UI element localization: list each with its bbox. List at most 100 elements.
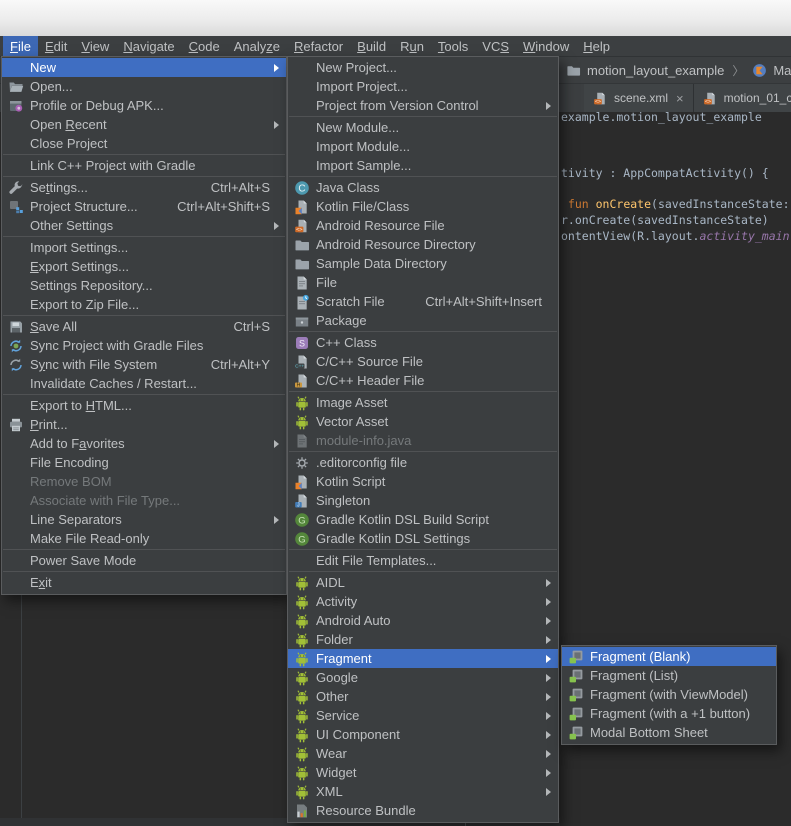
menu-item-folder[interactable]: Folder [288,630,558,649]
menu-item-new-project[interactable]: New Project... [288,58,558,77]
menu-item-fragment-list[interactable]: Fragment (List) [562,666,776,685]
menu-item-save-all[interactable]: Save AllCtrl+S [2,317,286,336]
menu-item-export-to-html[interactable]: Export to HTML... [2,396,286,415]
menubar-item-code[interactable]: Code [182,36,227,56]
menubar-item-window[interactable]: Window [516,36,576,56]
menu-item-java-class[interactable]: Java Class [288,178,558,197]
menu-item-exit[interactable]: Exit [2,573,286,592]
menu-item-power-save-mode[interactable]: Power Save Mode [2,551,286,570]
menu-item-xml[interactable]: XML [288,782,558,801]
menu-item-image-asset[interactable]: Image Asset [288,393,558,412]
menu-item-singleton[interactable]: Singleton [288,491,558,510]
menu-item-line-separators[interactable]: Line Separators [2,510,286,529]
menu-item-export-to-zip-file[interactable]: Export to Zip File... [2,295,286,314]
menu-item-c-c-header-file[interactable]: C/C++ Header File [288,371,558,390]
menu-item-file[interactable]: File [288,273,558,292]
menu-item-open[interactable]: Open... [2,77,286,96]
menu-item-service[interactable]: Service [288,706,558,725]
editor-tab-scene-xml[interactable]: scene.xml× [584,84,694,112]
menu-item-sync-project-with-gradle-files[interactable]: Sync Project with Gradle Files [2,336,286,355]
menu-item-project-structure[interactable]: Project Structure...Ctrl+Alt+Shift+S [2,197,286,216]
breadcrumb-module[interactable]: motion_layout_example [587,63,724,78]
menu-item-sample-data-directory[interactable]: Sample Data Directory [288,254,558,273]
menu-item-vector-asset[interactable]: Vector Asset [288,412,558,431]
breadcrumb-class[interactable]: MainAc [773,63,791,78]
menu-item-import-module[interactable]: Import Module... [288,137,558,156]
menu-item-google[interactable]: Google [288,668,558,687]
menu-item-import-settings[interactable]: Import Settings... [2,238,286,257]
arrow-spacer [760,666,769,685]
label: Kotlin File/Class [316,199,542,214]
menu-item-add-to-favorites[interactable]: Add to Favorites [2,434,286,453]
menu-item-file-encoding[interactable]: File Encoding [2,453,286,472]
menu-item-fragment-with-viewmodel[interactable]: Fragment (with ViewModel) [562,685,776,704]
menu-item-import-project[interactable]: Import Project... [288,77,558,96]
menu-item-invalidate-caches-restart[interactable]: Invalidate Caches / Restart... [2,374,286,393]
menu-item-settings-repository[interactable]: Settings Repository... [2,276,286,295]
menubar-item-run[interactable]: Run [393,36,431,56]
menubar-item-file[interactable]: File [3,36,38,56]
menu-item-fragment-blank[interactable]: Fragment (Blank) [562,647,776,666]
label: Gradle Kotlin DSL Settings [316,531,542,546]
menu-item-import-sample[interactable]: Import Sample... [288,156,558,175]
menu-item-scratch-file[interactable]: Scratch FileCtrl+Alt+Shift+Insert [288,292,558,311]
menu-item-profile-or-debug-apk[interactable]: Profile or Debug APK... [2,96,286,115]
label: File [10,39,31,54]
menu-item-remove-bom[interactable]: Remove BOM [2,472,286,491]
menu-item-new[interactable]: New [2,58,286,77]
menu-item-other-settings[interactable]: Other Settings [2,216,286,235]
menu-item-export-settings[interactable]: Export Settings... [2,257,286,276]
menu-item-activity[interactable]: Activity [288,592,558,611]
menubar-item-vcs[interactable]: VCS [475,36,516,56]
menu-item-android-resource-file[interactable]: Android Resource File [288,216,558,235]
menubar-item-analyze[interactable]: Analyze [227,36,287,56]
menu-item-settings[interactable]: Settings...Ctrl+Alt+S [2,178,286,197]
menu-item-fragment-with-a-1-button[interactable]: Fragment (with a +1 button) [562,704,776,723]
project-panel-splitter[interactable] [21,592,22,818]
menubar-item-build[interactable]: Build [350,36,393,56]
menu-item-gradle-kotlin-dsl-settings[interactable]: Gradle Kotlin DSL Settings [288,529,558,548]
arrow-spacer [760,723,769,742]
menu-item-sync-with-file-system[interactable]: Sync with File SystemCtrl+Alt+Y [2,355,286,374]
menu-item-print[interactable]: Print... [2,415,286,434]
menu-item-resource-bundle[interactable]: Resource Bundle [288,801,558,820]
menu-item-ui-component[interactable]: UI Component [288,725,558,744]
blank-icon [8,259,24,275]
menu-item-project-from-version-control[interactable]: Project from Version Control [288,96,558,115]
menubar-item-view[interactable]: View [74,36,116,56]
menu-item-link-c-project-with-gradle[interactable]: Link C++ Project with Gradle [2,156,286,175]
breadcrumb: motion_layout_example 〉 MainAc [566,62,791,79]
menu-item-widget[interactable]: Widget [288,763,558,782]
menu-item-wear[interactable]: Wear [288,744,558,763]
menu-item-other[interactable]: Other [288,687,558,706]
label: Export Settings... [30,259,270,274]
menu-item-aidl[interactable]: AIDL [288,573,558,592]
tab-close-icon[interactable]: × [676,91,684,106]
menu-item-edit-file-templates[interactable]: Edit File Templates... [288,551,558,570]
menu-item-android-auto[interactable]: Android Auto [288,611,558,630]
menu-item-fragment[interactable]: Fragment [288,649,558,668]
menu-item-module-info-java[interactable]: module-info.java [288,431,558,450]
menubar-item-tools[interactable]: Tools [431,36,475,56]
menu-item-c-c-source-file[interactable]: C/C++ Source File [288,352,558,371]
menu-item-kotlin-file-class[interactable]: Kotlin File/Class [288,197,558,216]
label: Link C++ Project with Gradle [30,158,270,173]
menu-item-gradle-kotlin-dsl-build-script[interactable]: Gradle Kotlin DSL Build Script [288,510,558,529]
menubar-item-navigate[interactable]: Navigate [116,36,181,56]
menubar-item-refactor[interactable]: Refactor [287,36,350,56]
menu-item-android-resource-directory[interactable]: Android Resource Directory [288,235,558,254]
menubar-item-help[interactable]: Help [576,36,617,56]
menu-item-make-file-read-only[interactable]: Make File Read-only [2,529,286,548]
menu-item-modal-bottom-sheet[interactable]: Modal Bottom Sheet [562,723,776,742]
menu-item-open-recent[interactable]: Open Recent [2,115,286,134]
menu-item-new-module[interactable]: New Module... [288,118,558,137]
menu-item-associate-with-file-type[interactable]: Associate with File Type... [2,491,286,510]
menu-item-package[interactable]: Package [288,311,558,330]
menu-item-c-class[interactable]: C++ Class [288,333,558,352]
menu-item-kotlin-script[interactable]: Kotlin Script [288,472,558,491]
wrench-icon [8,180,24,196]
editor-tab-motion-01-cl[interactable]: motion_01_cl_ [694,84,791,112]
menubar-item-edit[interactable]: Edit [38,36,74,56]
menu-item-editorconfig-file[interactable]: .editorconfig file [288,453,558,472]
menu-item-close-project[interactable]: Close Project [2,134,286,153]
